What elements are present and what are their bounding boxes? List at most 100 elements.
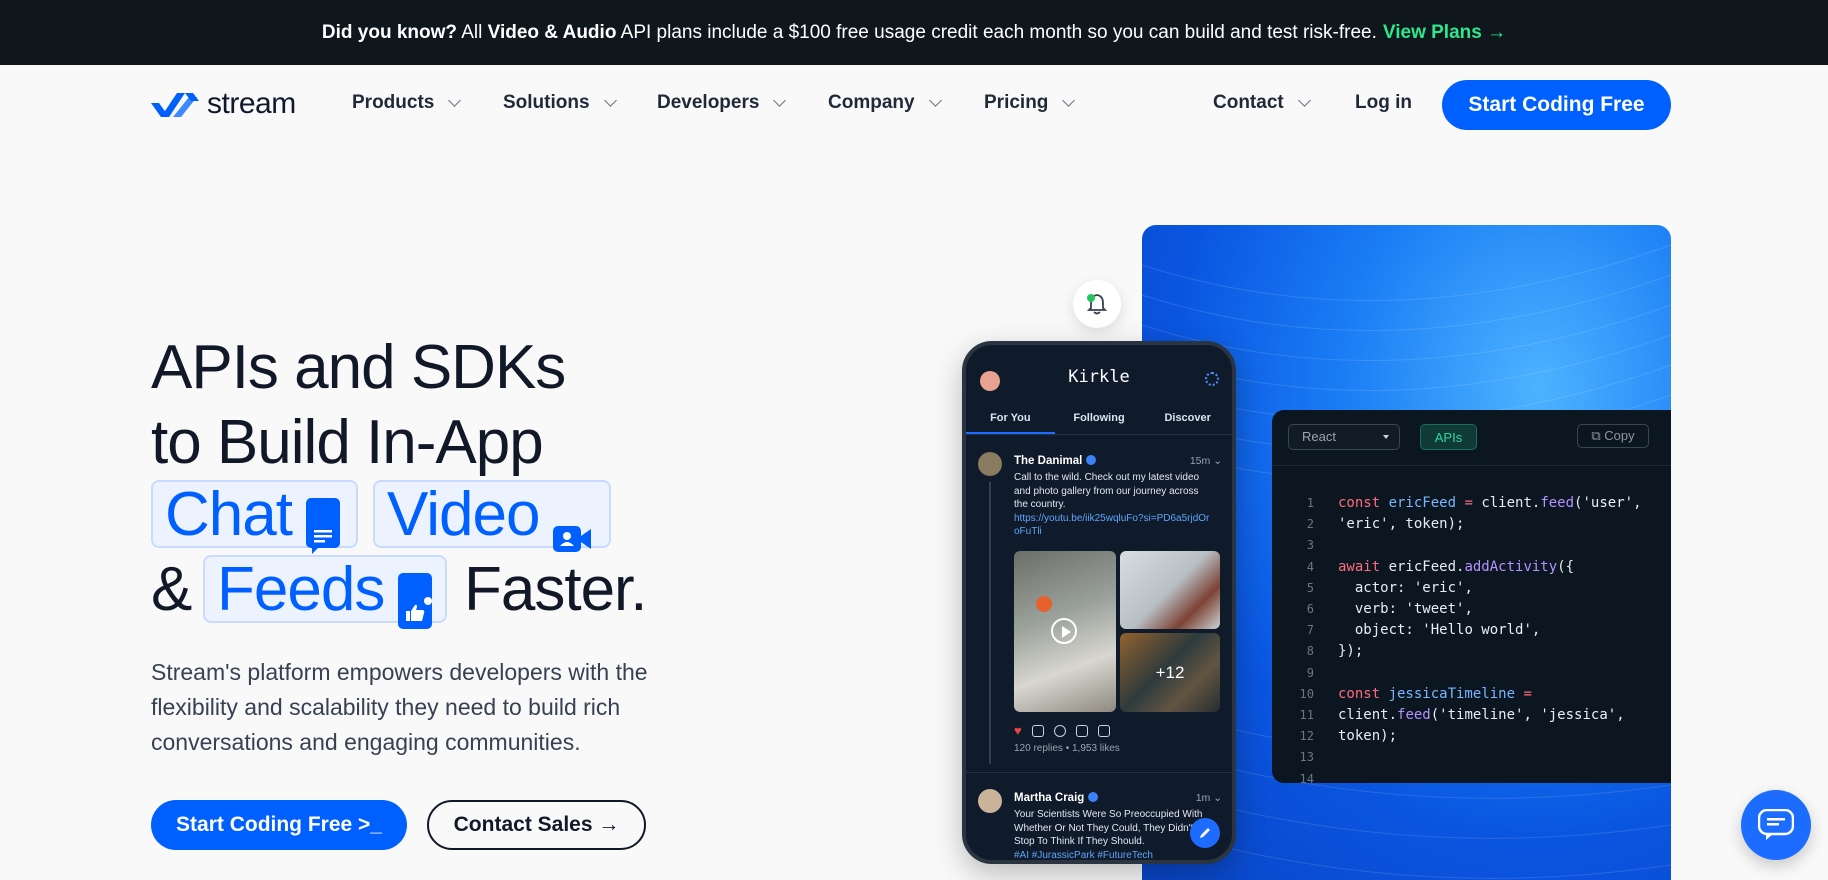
nav-contact[interactable]: Contact <box>1213 92 1311 114</box>
avatar[interactable] <box>978 452 1002 476</box>
video-camera-icon <box>553 498 592 552</box>
pencil-icon <box>1200 828 1210 838</box>
video-word: Video <box>387 479 540 549</box>
code-line: 1 const ericFeed = client. feed('user', <box>1306 495 1642 511</box>
phone-mockup: Kirkle For You Following Discover The Da… <box>962 341 1236 864</box>
gallery-image[interactable] <box>1120 551 1220 629</box>
post-actions: ♥ <box>1014 723 1110 738</box>
code-line: 14 <box>1299 771 1314 783</box>
chevron-down-icon <box>773 93 787 107</box>
code-line: 10 const jessicaTimeline = <box>1299 685 1532 702</box>
view-plans-link[interactable]: View Plans → <box>1383 22 1506 44</box>
code-toolbar: React APIs ⧉ Copy <box>1272 410 1671 466</box>
gear-icon[interactable] <box>1205 372 1219 386</box>
post-stats: 120 replies • 1,953 likes <box>1014 743 1120 754</box>
gallery-image-more[interactable]: +12 <box>1120 633 1220 712</box>
post-author: Martha Craig <box>1014 792 1099 804</box>
framework-select[interactable]: React <box>1288 424 1400 450</box>
heart-icon[interactable]: ♥ <box>1014 723 1022 738</box>
post-text: Call to the wild. Check out my latest vi… <box>1014 471 1214 539</box>
tab-for-you[interactable]: For You <box>966 405 1055 434</box>
tab-apis[interactable]: APIs <box>1420 424 1477 450</box>
hero-line-2: to Build In-App <box>151 408 544 477</box>
notification-bell[interactable] <box>1073 280 1121 328</box>
post-link[interactable]: https://youtu.be/iik25wqluFo?si=PD6a5rjd… <box>1014 512 1214 539</box>
post-tags[interactable]: #AI #JurassicPark #FutureTech <box>1014 849 1214 861</box>
start-coding-free-cta[interactable]: Start Coding Free >_ <box>151 800 407 850</box>
bookmark-icon[interactable] <box>1075 724 1088 737</box>
framework-select-value: React <box>1302 429 1336 444</box>
nav-products[interactable]: Products <box>352 92 462 114</box>
code-line: 13 <box>1299 750 1314 765</box>
code-block: 1 const ericFeed = client. feed('user', 2 '… <box>1288 493 1642 783</box>
play-icon[interactable] <box>1051 618 1077 644</box>
video-highlight: Video <box>373 479 611 552</box>
share-icon[interactable] <box>1097 724 1110 737</box>
chevron-down-icon <box>1297 93 1311 107</box>
feeds-word: Feeds <box>217 554 385 624</box>
tab-discover[interactable]: Discover <box>1143 405 1232 434</box>
code-line: 12 token); <box>1299 728 1398 745</box>
announcement-bold: Video & Audio <box>487 21 617 43</box>
announcement-text: All <box>457 21 488 43</box>
post-body: Your Scientists Were So Preoccupied With… <box>1014 809 1203 847</box>
nav-products-label: Products <box>352 92 435 113</box>
feeds-highlight: Feeds <box>203 554 447 629</box>
hero-faster: Faster. <box>464 555 648 624</box>
verified-icon <box>1086 455 1097 465</box>
chevron-down-icon <box>1062 93 1076 107</box>
announcement-text-2: API plans include a $100 free usage cred… <box>616 21 1377 43</box>
code-line: 7 object: 'Hello world', <box>1306 622 1541 639</box>
post-author-name: The Danimal <box>1014 455 1083 467</box>
app-title: Kirkle <box>1068 367 1130 387</box>
chevron-down-icon <box>928 93 942 107</box>
code-line: 4 await ericFeed. addActivity({ <box>1306 558 1575 575</box>
divider <box>966 772 1232 773</box>
avatar[interactable] <box>978 789 1002 813</box>
feed-tabs: For You Following Discover <box>966 405 1232 435</box>
nav-solutions[interactable]: Solutions <box>503 92 617 114</box>
post-time: 1m ⌄ <box>1195 792 1222 804</box>
verified-icon <box>1088 792 1099 802</box>
nav-pricing[interactable]: Pricing <box>984 92 1076 114</box>
more-images-count: +12 <box>1120 633 1220 712</box>
bell-icon <box>1086 294 1108 315</box>
copy-button[interactable]: ⧉ Copy <box>1577 424 1649 448</box>
chat-highlight: Chat <box>151 480 358 554</box>
logo-text: stream <box>207 87 296 120</box>
video-thumbnail[interactable] <box>1014 551 1116 712</box>
chevron-down-icon <box>448 93 462 107</box>
nav-contact-label: Contact <box>1213 92 1284 113</box>
post-time-label: 15m <box>1189 455 1211 467</box>
post-author: The Danimal <box>1014 455 1097 467</box>
hero-description: Stream's platform empowers developers wi… <box>151 659 648 755</box>
hero-ampersand: & <box>151 555 193 624</box>
comment-icon[interactable] <box>1053 724 1066 737</box>
post-time: 15m ⌄ <box>1189 455 1222 467</box>
login-link[interactable]: Log in <box>1355 92 1412 114</box>
feed-post: The Danimal 15m ⌄ Call to the wild. Chec… <box>978 452 1224 782</box>
feed-post: Martha Craig 1m ⌄ Your Scientists Were S… <box>978 789 1224 861</box>
code-line: 2'eric', token); <box>1306 516 1465 533</box>
chat-bubble-icon <box>305 498 340 554</box>
post-text: Your Scientists Were So Preoccupied With… <box>1014 808 1214 861</box>
nav-solutions-label: Solutions <box>503 92 590 113</box>
hat-detail <box>1036 596 1052 612</box>
start-coding-free-button[interactable]: Start Coding Free <box>1442 80 1671 130</box>
tab-following[interactable]: Following <box>1055 405 1144 434</box>
code-sample-panel: React APIs ⧉ Copy 1 const ericFeed = clie… <box>1272 410 1671 783</box>
hero-heading: APIs and SDKs to Build In-App <box>151 330 566 480</box>
nav-developers[interactable]: Developers <box>657 92 787 114</box>
main-nav: stream Products Solutions Developers Com… <box>0 65 1828 145</box>
nav-company[interactable]: Company <box>828 92 942 114</box>
code-line: 5 actor: 'eric', <box>1306 579 1473 596</box>
contact-sales-button[interactable]: Contact Sales → <box>427 800 646 850</box>
stream-logo[interactable]: stream <box>151 87 296 121</box>
compose-button[interactable] <box>1190 818 1220 848</box>
repost-icon[interactable] <box>1031 724 1044 737</box>
post-author-name: Martha Craig <box>1014 792 1085 804</box>
support-chat-button[interactable] <box>1741 790 1811 860</box>
phone-header: Kirkle For You Following Discover <box>966 345 1232 440</box>
code-line: 11 client. feed('timeline', 'jessica', <box>1299 707 1625 724</box>
code-line: 3 <box>1306 538 1314 553</box>
